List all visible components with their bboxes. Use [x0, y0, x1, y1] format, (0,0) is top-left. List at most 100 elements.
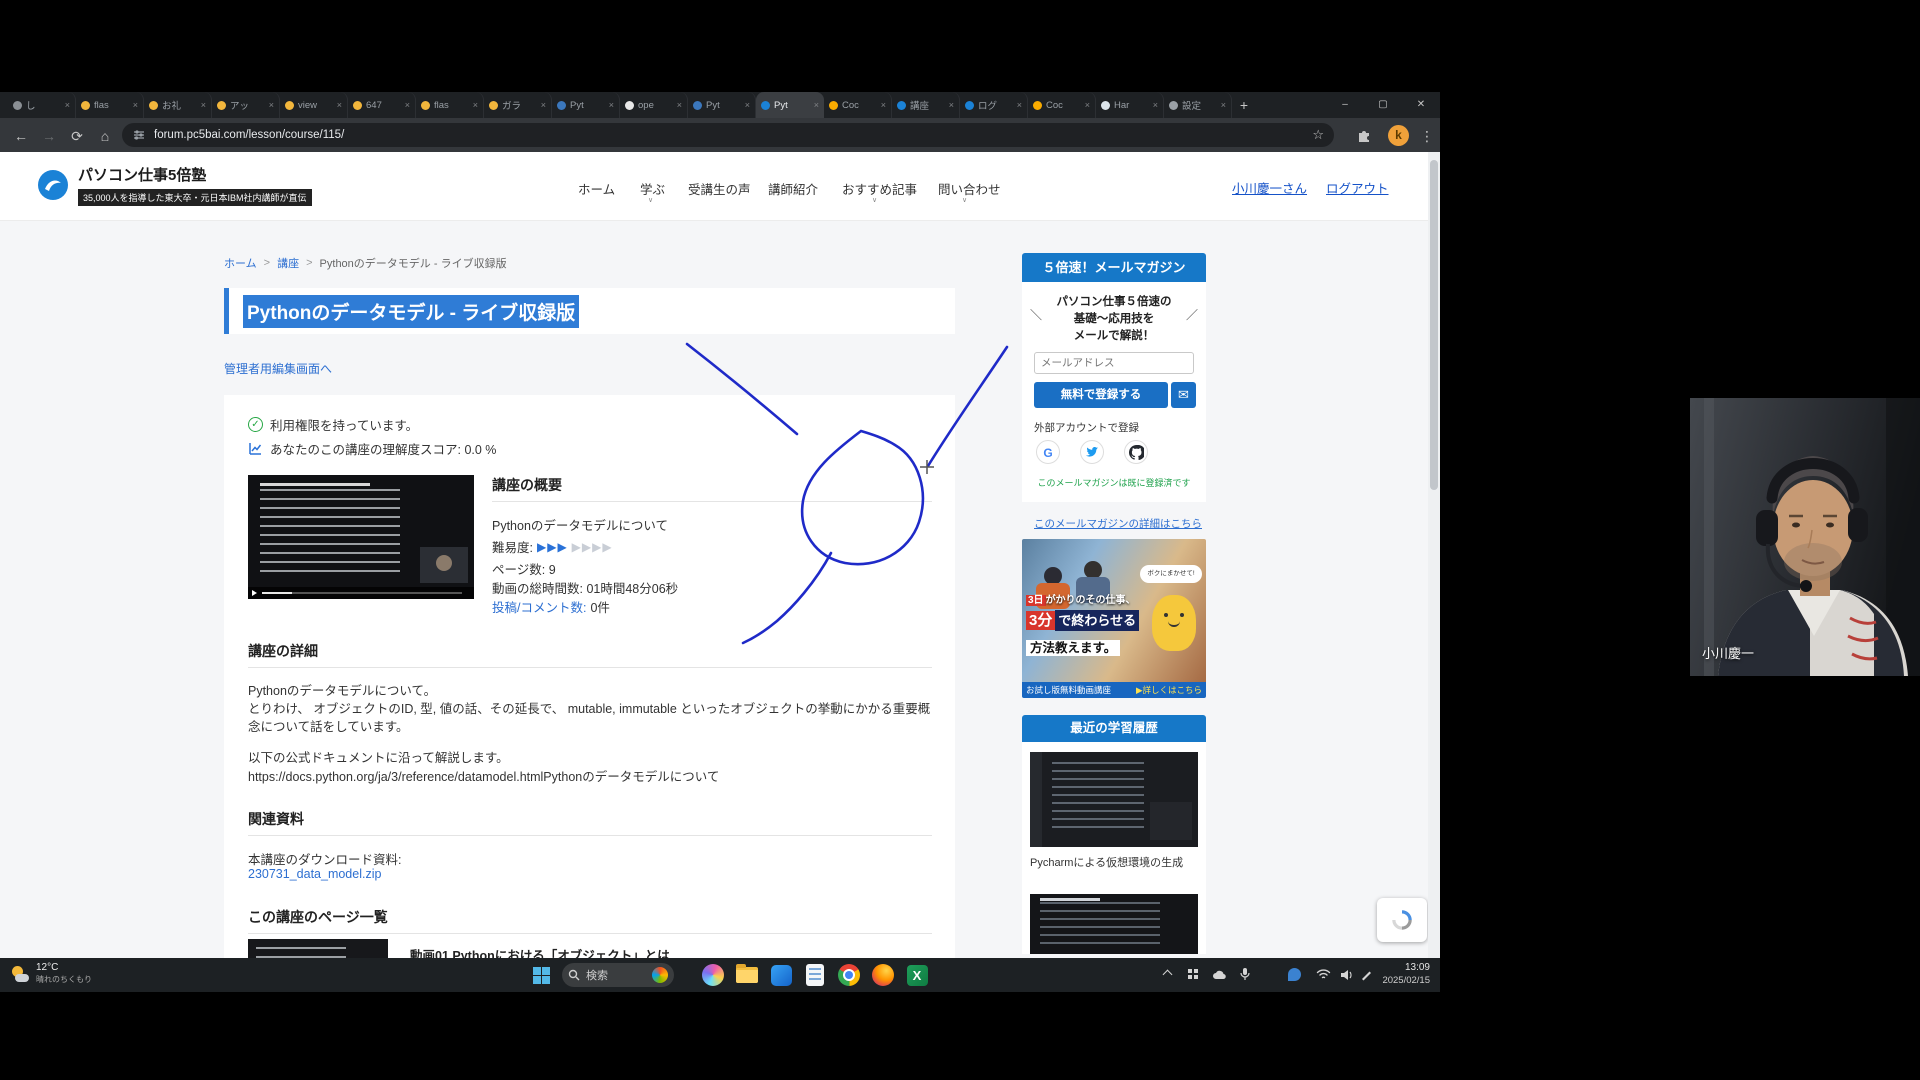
clock-widget[interactable]: 13:09 2025/02/15: [1382, 961, 1430, 987]
search-box[interactable]: 検索: [562, 963, 674, 987]
tray-volume-icon[interactable]: [1340, 968, 1354, 986]
mailmagazine-detail-link[interactable]: このメールマガジンの詳細はこちら: [1034, 516, 1202, 531]
back-button[interactable]: ←: [10, 125, 32, 147]
site-logo[interactable]: [38, 170, 68, 200]
site-brand-title[interactable]: パソコン仕事5倍塾: [78, 164, 206, 185]
play-icon[interactable]: [252, 590, 257, 596]
video-thumbnail[interactable]: [248, 475, 474, 599]
browser-tab[interactable]: し×: [8, 92, 76, 118]
tray-chat-icon[interactable]: [1288, 968, 1301, 981]
site-info-icon[interactable]: [132, 128, 146, 142]
browser-menu-icon[interactable]: ⋮: [1416, 125, 1438, 147]
lesson-item-thumbnail[interactable]: [248, 939, 388, 958]
nav-home[interactable]: ホーム: [578, 179, 615, 198]
browser-tab[interactable]: ガラ×: [484, 92, 552, 118]
tab-close-icon[interactable]: ×: [949, 100, 954, 110]
history-thumbnail-2[interactable]: [1030, 894, 1198, 954]
tray-pen-icon[interactable]: [1360, 968, 1373, 986]
email-input[interactable]: [1034, 352, 1194, 374]
history-item-title[interactable]: Pycharmによる仮想環境の生成: [1030, 854, 1183, 870]
tray-onedrive-icon[interactable]: [1212, 968, 1227, 986]
new-tab-button[interactable]: +: [1232, 92, 1256, 118]
extensions-icon[interactable]: [1356, 127, 1372, 143]
subscribe-button[interactable]: 無料で登録する: [1034, 382, 1168, 408]
tab-close-icon[interactable]: ×: [881, 100, 886, 110]
logout-link[interactable]: ログアウト: [1326, 178, 1389, 197]
weather-widget[interactable]: 12°C 晴れのちくもり: [10, 962, 92, 986]
browser-tab[interactable]: flas×: [416, 92, 484, 118]
tray-mic-icon[interactable]: [1238, 967, 1252, 986]
tab-close-icon[interactable]: ×: [405, 100, 410, 110]
url-text[interactable]: forum.pc5bai.com/lesson/course/115/: [154, 129, 1304, 141]
profile-avatar[interactable]: k: [1388, 125, 1409, 146]
address-bar[interactable]: forum.pc5bai.com/lesson/course/115/ ☆: [122, 123, 1334, 147]
browser-tab[interactable]: 647×: [348, 92, 416, 118]
breadcrumb-home[interactable]: ホーム: [224, 255, 257, 271]
browser-tab[interactable]: アッ×: [212, 92, 280, 118]
scrollbar-thumb[interactable]: [1430, 160, 1438, 490]
bookmark-star-icon[interactable]: ☆: [1312, 127, 1324, 143]
tab-close-icon[interactable]: ×: [541, 100, 546, 110]
reload-button[interactable]: ⟳: [66, 125, 88, 147]
nav-contact[interactable]: 問い合わせ: [938, 179, 1001, 198]
tab-close-icon[interactable]: ×: [201, 100, 206, 110]
tab-close-icon[interactable]: ×: [677, 100, 682, 110]
recaptcha-badge[interactable]: [1377, 898, 1427, 942]
envelope-icon[interactable]: ✉: [1171, 382, 1196, 408]
browser-tab[interactable]: 講座×: [892, 92, 960, 118]
tab-close-icon[interactable]: ×: [337, 100, 342, 110]
taskbar-notepad-icon[interactable]: [802, 963, 828, 987]
lesson-item-title[interactable]: 動画01 Pythonにおける「オブジェクト」とは: [410, 945, 670, 958]
browser-tab[interactable]: Coc×: [824, 92, 892, 118]
tab-close-icon[interactable]: ×: [1017, 100, 1022, 110]
tab-close-icon[interactable]: ×: [1221, 100, 1226, 110]
ad-banner[interactable]: 3日がかりのその仕事、 3分で終わらせる 方法教えます。 ボクにまかせて! お試…: [1022, 539, 1206, 698]
tab-close-icon[interactable]: ×: [1153, 100, 1158, 110]
tray-wifi-icon[interactable]: [1316, 967, 1331, 985]
taskbar-photos-icon[interactable]: [768, 963, 794, 987]
video-controls[interactable]: [248, 587, 474, 599]
taskbar-excel-icon[interactable]: X: [904, 963, 930, 987]
window-minimize-button[interactable]: –: [1326, 92, 1364, 118]
browser-tab[interactable]: flas×: [76, 92, 144, 118]
home-button[interactable]: ⌂: [94, 125, 116, 147]
browser-tab[interactable]: お礼×: [144, 92, 212, 118]
tab-close-icon[interactable]: ×: [473, 100, 478, 110]
browser-tab[interactable]: ログ×: [960, 92, 1028, 118]
browser-tab-active[interactable]: Pyt×: [756, 92, 824, 118]
tray-grid-icon[interactable]: [1188, 969, 1198, 979]
tab-close-icon[interactable]: ×: [65, 100, 70, 110]
browser-tab[interactable]: Har×: [1096, 92, 1164, 118]
start-button[interactable]: [528, 963, 554, 987]
browser-tab[interactable]: Pyt×: [552, 92, 620, 118]
page-scrollbar[interactable]: [1428, 152, 1440, 958]
forward-button[interactable]: →: [38, 125, 60, 147]
browser-tab[interactable]: Coc×: [1028, 92, 1096, 118]
tray-chevron-icon[interactable]: [1164, 971, 1171, 978]
github-login-button[interactable]: [1124, 440, 1148, 464]
browser-tab[interactable]: Pyt×: [688, 92, 756, 118]
browser-tab[interactable]: ope×: [620, 92, 688, 118]
tab-close-icon[interactable]: ×: [609, 100, 614, 110]
taskbar-chrome-icon[interactable]: [836, 963, 862, 987]
history-thumbnail[interactable]: [1030, 752, 1198, 847]
nav-articles[interactable]: おすすめ記事: [842, 179, 917, 198]
browser-tab[interactable]: 設定×: [1164, 92, 1232, 118]
taskbar-copilot-icon[interactable]: [700, 963, 726, 987]
twitter-login-button[interactable]: [1080, 440, 1104, 464]
breadcrumb-courses[interactable]: 講座: [277, 255, 299, 271]
tab-close-icon[interactable]: ×: [1085, 100, 1090, 110]
tab-close-icon[interactable]: ×: [133, 100, 138, 110]
browser-tab[interactable]: view×: [280, 92, 348, 118]
window-close-button[interactable]: ✕: [1402, 92, 1440, 118]
nav-voices[interactable]: 受講生の声: [688, 179, 751, 198]
window-maximize-button[interactable]: ▢: [1364, 92, 1402, 118]
download-zip-link[interactable]: 230731_data_model.zip: [248, 867, 381, 881]
google-login-button[interactable]: G: [1036, 440, 1060, 464]
comments-label-link[interactable]: 投稿/コメント数:: [492, 597, 586, 616]
taskbar-explorer-icon[interactable]: [734, 963, 760, 987]
tab-close-icon[interactable]: ×: [269, 100, 274, 110]
taskbar-firefox-icon[interactable]: [870, 963, 896, 987]
admin-edit-link[interactable]: 管理者用編集画面へ: [224, 360, 332, 377]
tab-close-icon[interactable]: ×: [745, 100, 750, 110]
